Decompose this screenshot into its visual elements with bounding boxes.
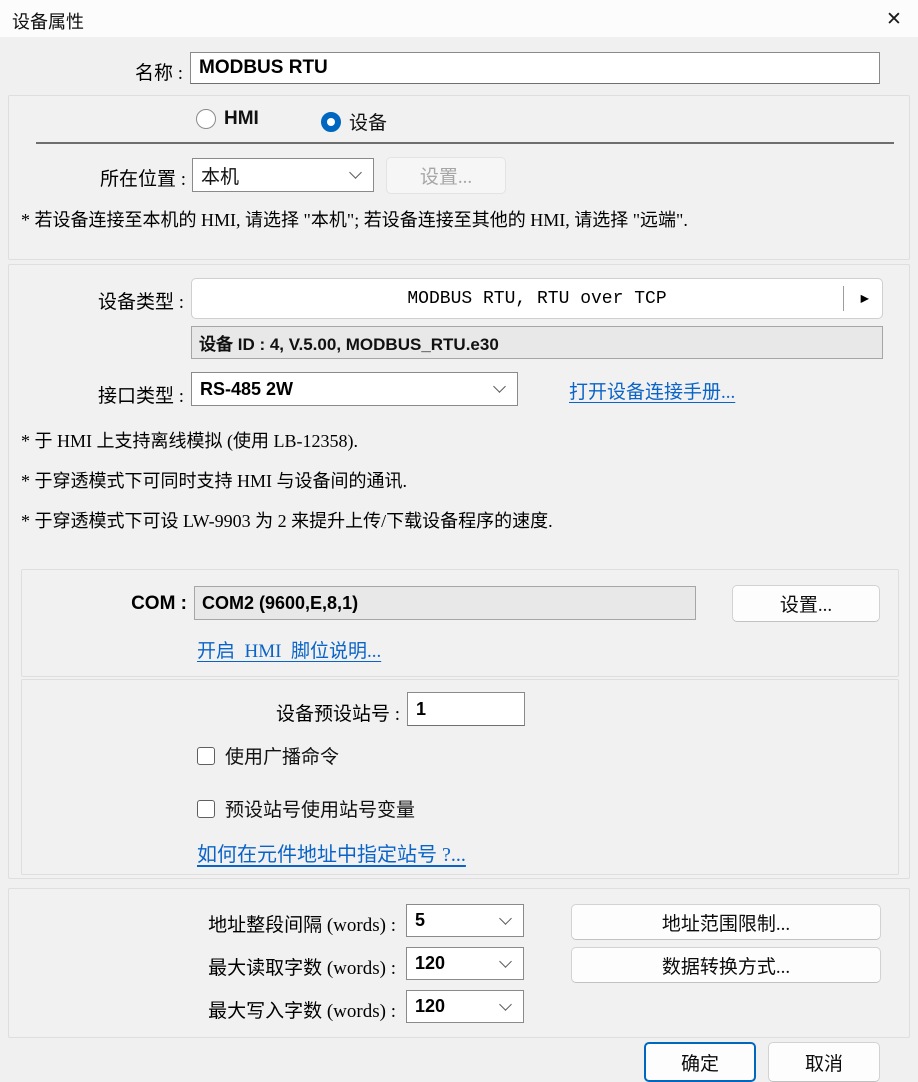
default-station-value: 1: [416, 699, 426, 720]
close-icon[interactable]: ✕: [878, 4, 910, 34]
hmi-pin-assignment-link[interactable]: 开启 HMI 脚位说明...: [197, 636, 381, 663]
station-variable-label: 预设站号使用站号变量: [225, 795, 415, 822]
com-label: COM :: [22, 593, 187, 615]
radio-hmi[interactable]: HMI: [196, 108, 259, 130]
location-settings-button[interactable]: 设置...: [386, 157, 506, 194]
com-group: COM : COM2 (9600,E,8,1) 设置... 开启 HMI 脚位说…: [21, 569, 899, 677]
max-write-value: 120: [415, 996, 445, 1017]
ok-button[interactable]: 确定: [644, 1042, 756, 1082]
max-write-select[interactable]: 120: [406, 990, 524, 1023]
device-type-label: 设备类型 :: [9, 287, 184, 314]
address-range-limit-button[interactable]: 地址范围限制...: [571, 904, 881, 940]
broadcast-command-label: 使用广播命令: [225, 742, 339, 769]
com-port-value: COM2 (9600,E,8,1): [202, 593, 358, 614]
device-id-value: 设备 ID : 4, V.5.00, MODBUS_RTU.e30: [199, 330, 499, 355]
device-note-1: * 于 HMI 上支持离线模拟 (使用 LB-12358).: [21, 427, 358, 453]
max-read-label: 最大读取字数 (words) :: [9, 953, 396, 980]
com-port-field: COM2 (9600,E,8,1): [194, 586, 696, 620]
radio-device[interactable]: 设备: [321, 108, 387, 135]
chevron-down-icon: [493, 380, 506, 393]
chevron-down-icon: [499, 998, 512, 1011]
location-select-value: 本机: [201, 162, 239, 189]
device-type-value: MODBUS RTU, RTU over TCP: [407, 289, 666, 309]
location-label: 所在位置 :: [9, 164, 186, 191]
interface-type-label: 接口类型 :: [9, 381, 184, 408]
device-id-field: 设备 ID : 4, V.5.00, MODBUS_RTU.e30: [191, 326, 883, 359]
address-gap-select[interactable]: 5: [406, 904, 524, 937]
address-gap-value: 5: [415, 910, 425, 931]
station-group: 设备预设站号 : 1 使用广播命令 预设站号使用站号变量 如何在元件地址中指定站…: [21, 679, 899, 875]
default-station-input[interactable]: 1: [407, 692, 525, 726]
dialog-title: 设备属性: [12, 8, 84, 34]
open-device-manual-link[interactable]: 打开设备连接手册...: [569, 377, 735, 404]
checkbox-icon: [197, 747, 215, 765]
group-divider: [36, 142, 894, 144]
device-note-3: * 于穿透模式下可设 LW-9903 为 2 来提升上传/下载设备程序的速度.: [21, 507, 553, 533]
max-read-select[interactable]: 120: [406, 947, 524, 980]
default-station-label: 设备预设站号 :: [22, 699, 400, 726]
broadcast-command-checkbox[interactable]: 使用广播命令: [197, 742, 339, 769]
radio-hmi-circle-icon: [196, 109, 216, 129]
cancel-button[interactable]: 取消: [768, 1042, 880, 1082]
location-select[interactable]: 本机: [192, 158, 374, 192]
device-note-2: * 于穿透模式下可同时支持 HMI 与设备间的通讯.: [21, 467, 407, 493]
data-conversion-button[interactable]: 数据转换方式...: [571, 947, 881, 983]
name-input-value: MODBUS RTU: [199, 57, 328, 79]
chevron-down-icon: [349, 166, 362, 179]
name-label: 名称 :: [0, 58, 183, 85]
interface-type-select[interactable]: RS-485 2W: [191, 372, 518, 406]
radio-hmi-label: HMI: [224, 108, 259, 130]
selector-separator: [843, 286, 844, 311]
interface-type-value: RS-485 2W: [200, 379, 293, 400]
address-gap-label: 地址整段间隔 (words) :: [9, 910, 396, 937]
radio-device-circle-icon: [321, 112, 341, 132]
station-variable-checkbox[interactable]: 预设站号使用站号变量: [197, 795, 415, 822]
device-group: 设备类型 : MODBUS RTU, RTU over TCP ▶ 设备 ID …: [8, 264, 910, 879]
com-settings-button[interactable]: 设置...: [732, 585, 880, 622]
radio-device-label: 设备: [349, 108, 387, 135]
location-note: * 若设备连接至本机的 HMI, 请选择 "本机"; 若设备连接至其他的 HMI…: [21, 206, 688, 232]
address-options-group: 地址整段间隔 (words) : 5 最大读取字数 (words) : 120 …: [8, 888, 910, 1038]
checkbox-icon: [197, 800, 215, 818]
station-help-link[interactable]: 如何在元件地址中指定站号 ?...: [197, 838, 466, 867]
title-bar: [0, 0, 918, 37]
open-device-list-icon: ▶: [861, 290, 869, 307]
name-input[interactable]: MODBUS RTU: [190, 52, 880, 84]
chevron-down-icon: [499, 912, 512, 925]
location-group: HMI 设备 所在位置 : 本机 设置... * 若设备连接至本机的 HMI, …: [8, 95, 910, 260]
max-write-label: 最大写入字数 (words) :: [9, 996, 396, 1023]
chevron-down-icon: [499, 955, 512, 968]
max-read-value: 120: [415, 953, 445, 974]
device-type-selector[interactable]: MODBUS RTU, RTU over TCP ▶: [191, 278, 883, 319]
